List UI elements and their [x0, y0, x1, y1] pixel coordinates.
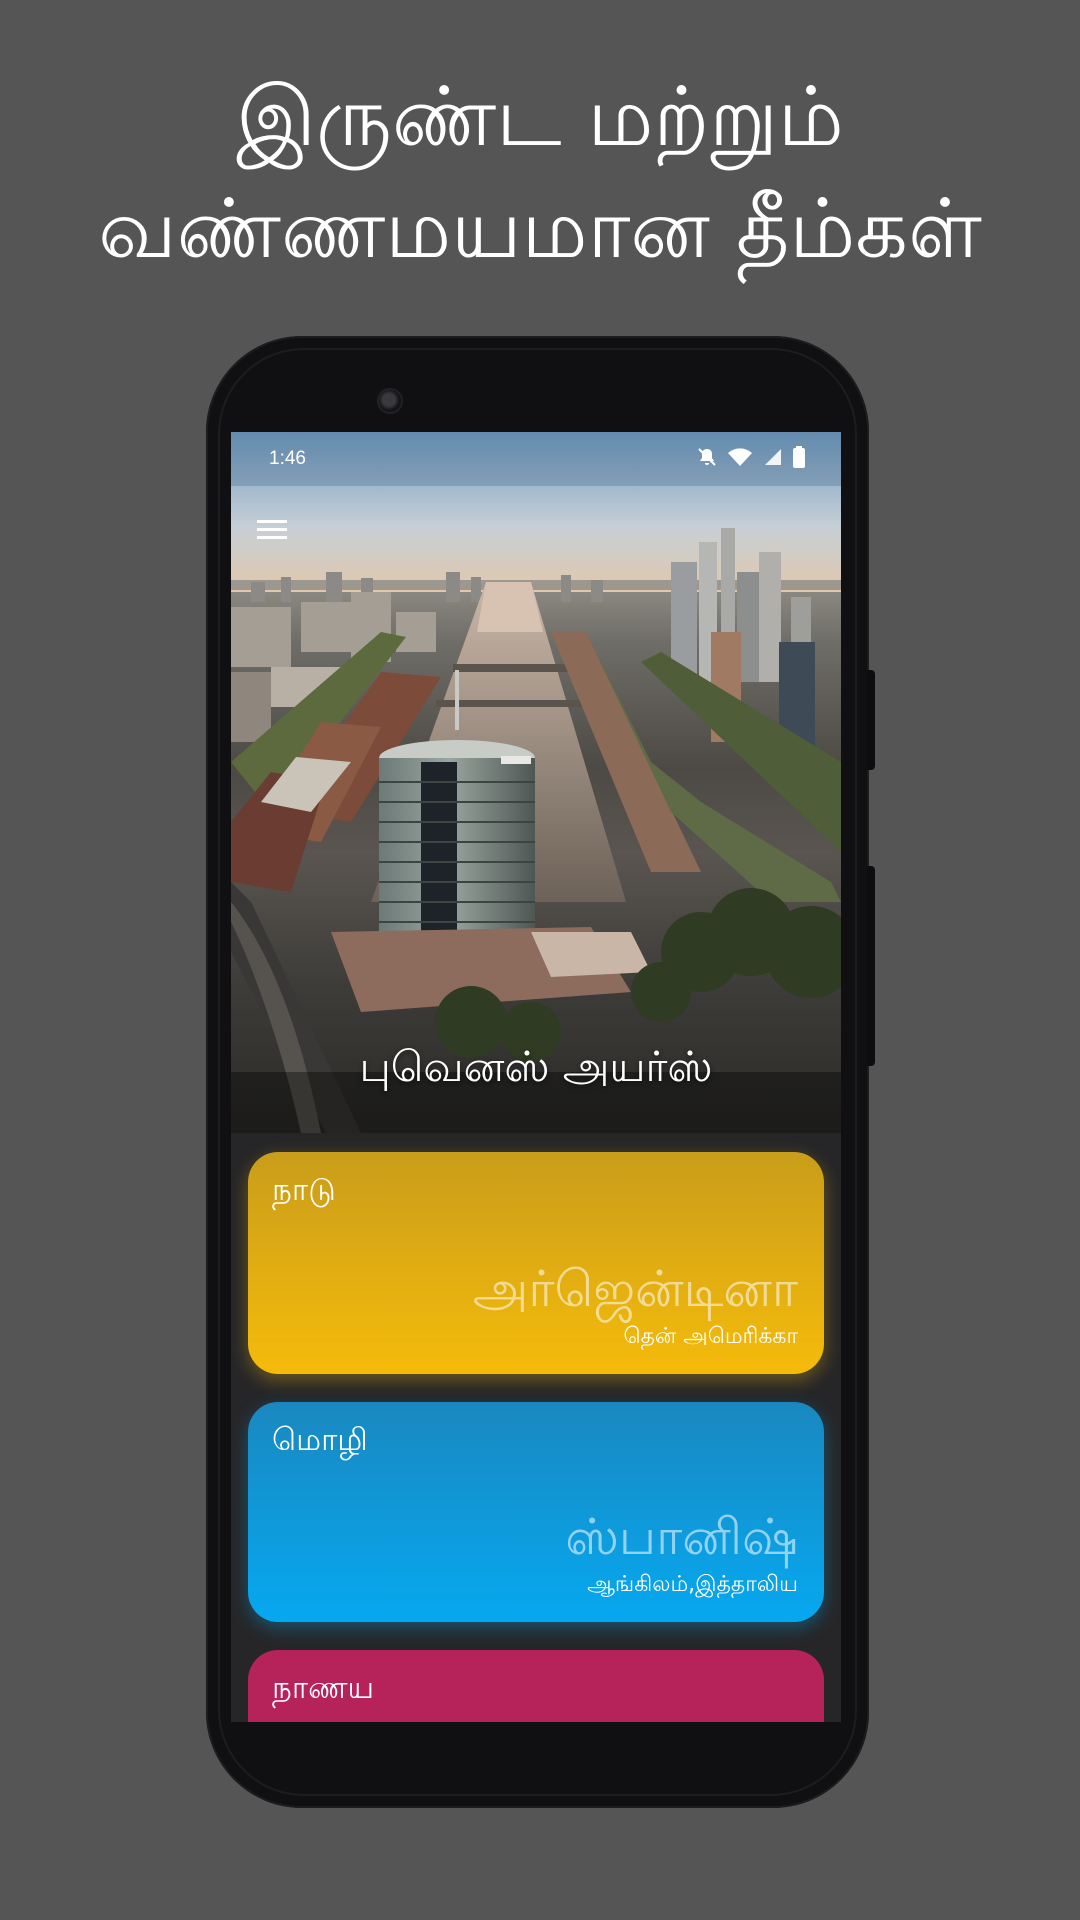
- language-card[interactable]: மொழி ஸ்பானிஷ் ஆங்கிலம்,இத்தாலிய: [248, 1402, 824, 1622]
- headline-line-2: வண்ணமயமான தீம்கள்: [98, 182, 982, 277]
- headline-line-1: இருண்ட மற்றும்: [236, 70, 844, 165]
- bell-off-icon: [698, 448, 716, 466]
- promo-headline: இருண்ட மற்றும் வண்ணமயமான தீம்கள்: [0, 62, 1080, 286]
- country-card[interactable]: நாடு அர்ஜென்டினா தென் அமெரிக்கா: [248, 1152, 824, 1374]
- city-hero-image: 1:46 புவெனஸ் அயர்ஸ்: [231, 432, 841, 1133]
- country-region: தென் அமெரிக்கா: [623, 1324, 798, 1349]
- country-label: நாடு: [272, 1172, 336, 1208]
- country-value: அர்ஜென்டினா: [472, 1260, 798, 1318]
- language-secondary: ஆங்கிலம்,இத்தாலிய: [587, 1572, 798, 1597]
- hamburger-menu-icon[interactable]: [257, 518, 287, 542]
- currency-card[interactable]: நாணய: [248, 1650, 824, 1722]
- language-value: ஸ்பானிஷ்: [565, 1508, 798, 1566]
- phone-frame: 1:46 புவெனஸ் அயர்ஸ் நாடு அர்ஜென்டினா தென…: [206, 336, 875, 1808]
- wifi-icon: [728, 448, 752, 466]
- battery-icon: [793, 446, 805, 468]
- status-time: 1:46: [269, 448, 306, 469]
- volume-button: [867, 866, 875, 1066]
- language-label: மொழி: [272, 1422, 368, 1458]
- city-title: புவெனஸ் அயர்ஸ்: [359, 1042, 713, 1091]
- city-skyline-photo: [231, 432, 841, 1133]
- app-screen: 1:46 புவெனஸ் அயர்ஸ் நாடு அர்ஜென்டினா தென…: [231, 432, 841, 1722]
- status-bar: 1:46: [231, 432, 841, 486]
- power-button: [867, 670, 875, 770]
- front-camera: [377, 388, 403, 414]
- currency-label: நாணய: [272, 1670, 375, 1706]
- signal-icon: [765, 449, 781, 465]
